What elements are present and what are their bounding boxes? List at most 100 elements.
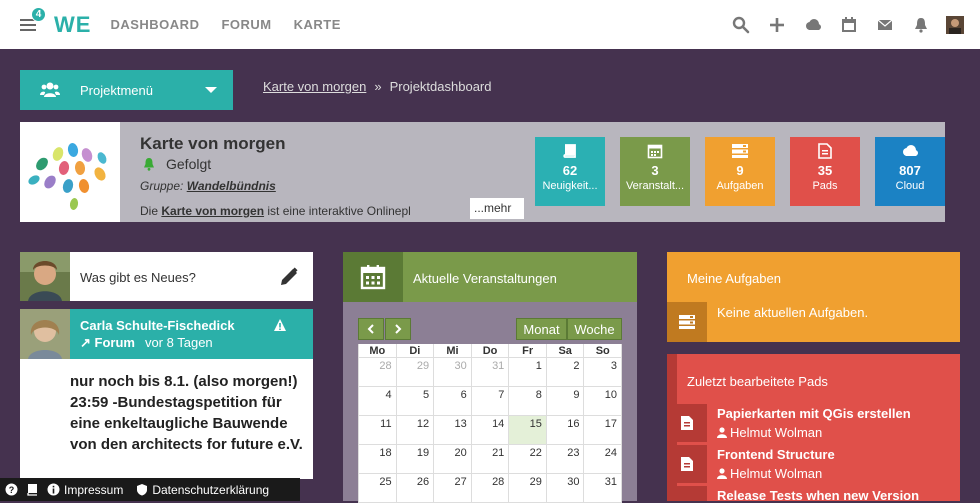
pad-user: Helmut Wolman: [717, 466, 822, 481]
project-logo: [20, 122, 120, 222]
calendar-prev-button[interactable]: [358, 318, 384, 340]
calendar-day[interactable]: 19: [397, 445, 435, 473]
breadcrumb-separator: »: [374, 79, 382, 94]
calendar-day[interactable]: 25: [359, 474, 397, 502]
calendar-day[interactable]: 11: [359, 416, 397, 444]
calendar-day[interactable]: 22: [509, 445, 547, 473]
tasks-title[interactable]: Meine Aufgaben: [687, 271, 781, 286]
calendar-day[interactable]: 17: [584, 416, 623, 444]
read-more-button[interactable]: ...mehr: [470, 198, 524, 219]
nav-karte[interactable]: KARTE: [294, 17, 341, 32]
post-author-avatar[interactable]: [20, 309, 70, 359]
calendar-next-button[interactable]: [385, 318, 411, 340]
project-menu-button[interactable]: Projektmenü: [20, 70, 233, 110]
calendar-day[interactable]: 29: [509, 474, 547, 502]
calendar-day[interactable]: 9: [547, 387, 585, 415]
post-channel-link[interactable]: ↗ Forum: [80, 335, 135, 350]
tile-pads[interactable]: 35 Pads: [790, 137, 860, 206]
impressum-link[interactable]: Impressum: [64, 483, 123, 497]
calendar-day[interactable]: 15: [509, 416, 547, 444]
tasks-icon: [679, 315, 695, 329]
pad-user-name: Helmut Wolman: [730, 425, 823, 440]
desc-project-link[interactable]: Karte von morgen: [161, 204, 264, 218]
calendar-day[interactable]: 28: [472, 474, 510, 502]
privacy-link[interactable]: Datenschutzerklärung: [152, 483, 269, 497]
calendar-day[interactable]: 1: [509, 358, 547, 386]
nav-forum[interactable]: FORUM: [221, 17, 271, 32]
calendar-week-button[interactable]: Woche: [567, 318, 622, 340]
calendar-day[interactable]: 27: [434, 474, 472, 502]
calendar-day[interactable]: 8: [509, 387, 547, 415]
pads-title[interactable]: Zuletzt bearbeitete Pads: [687, 374, 828, 389]
search-icon[interactable]: [732, 16, 750, 34]
calendar-day[interactable]: 31: [584, 474, 623, 502]
calendar-week-row: 11 12 13 14 15 16 17: [359, 416, 623, 445]
follow-toggle[interactable]: Gefolgt: [142, 156, 211, 172]
calendar-day[interactable]: 16: [547, 416, 585, 444]
calendar-icon[interactable]: [840, 16, 858, 34]
tile-cloud[interactable]: 807 Cloud: [875, 137, 945, 206]
mail-icon[interactable]: [876, 16, 894, 34]
pad-item[interactable]: Papierkarten mit QGis erstellen Helmut W…: [667, 404, 960, 442]
breadcrumb-link-project[interactable]: Karte von morgen: [263, 79, 366, 94]
tasks-icon: [732, 144, 748, 158]
pad-icon-box: [667, 404, 707, 442]
pad-title: Release Tests when new Version: [717, 488, 920, 501]
calendar-weekday: Fr: [509, 344, 547, 357]
calendar-month-button[interactable]: Monat: [516, 318, 567, 340]
post-author-name[interactable]: Carla Schulte-Fischedick: [80, 318, 235, 333]
calendar-day[interactable]: 7: [472, 387, 510, 415]
calendar-day[interactable]: 10: [584, 387, 623, 415]
calendar-weekday: Di: [397, 344, 435, 357]
pad-item[interactable]: Release Tests when new Version: [667, 486, 960, 501]
document-icon: [681, 416, 693, 430]
calendar-day[interactable]: 24: [584, 445, 623, 473]
calendar-day[interactable]: 14: [472, 416, 510, 444]
tile-news[interactable]: 62 Neuigkeit...: [535, 137, 605, 206]
post-meta: ↗ Forum vor 8 Tagen: [80, 335, 213, 351]
calendar-day[interactable]: 23: [547, 445, 585, 473]
calendar-day[interactable]: 30: [547, 474, 585, 502]
calendar-day[interactable]: 2: [547, 358, 585, 386]
calendar-day[interactable]: 5: [397, 387, 435, 415]
calendar-day[interactable]: 4: [359, 387, 397, 415]
calendar-day[interactable]: 3: [584, 358, 623, 386]
help-icon[interactable]: ?: [5, 483, 18, 496]
tile-events-label: Veranstalt...: [625, 180, 685, 192]
avatar-image: [20, 252, 70, 301]
plus-icon[interactable]: [768, 16, 786, 34]
calendar-day[interactable]: 31: [472, 358, 510, 386]
calendar-day[interactable]: 18: [359, 445, 397, 473]
calendar-day[interactable]: 20: [434, 445, 472, 473]
users-icon: [40, 82, 60, 97]
pencil-icon[interactable]: [277, 265, 301, 289]
calendar-weekday: Mo: [359, 344, 397, 357]
calendar-day[interactable]: 26: [397, 474, 435, 502]
group-link[interactable]: Wandelbündnis: [187, 179, 276, 193]
tile-events[interactable]: 3 Veranstalt...: [620, 137, 690, 206]
user-avatar[interactable]: [946, 15, 964, 34]
bell-icon[interactable]: [912, 16, 930, 34]
calendar-day[interactable]: 30: [434, 358, 472, 386]
new-post-box[interactable]: Was gibt es Neues?: [20, 252, 313, 301]
calendar-day[interactable]: 29: [397, 358, 435, 386]
calendar-day[interactable]: 6: [434, 387, 472, 415]
hamburger-menu-button[interactable]: 4: [20, 6, 46, 35]
cloud-icon[interactable]: [804, 16, 822, 34]
nav-dashboard[interactable]: DASHBOARD: [110, 17, 199, 32]
pad-item[interactable]: Frontend Structure Helmut Wolman: [667, 445, 960, 483]
tile-tasks[interactable]: 9 Aufgaben: [705, 137, 775, 206]
logo[interactable]: WE: [54, 12, 91, 38]
calendar-day[interactable]: 12: [397, 416, 435, 444]
cloud-icon: [903, 145, 918, 156]
calendar-day[interactable]: 28: [359, 358, 397, 386]
calendar-day[interactable]: 21: [472, 445, 510, 473]
tile-pads-label: Pads: [812, 180, 838, 192]
calendar-icon: [647, 144, 663, 159]
events-header[interactable]: Aktuelle Veranstaltungen: [343, 252, 637, 302]
warning-icon[interactable]: [273, 318, 287, 332]
book-icon[interactable]: [26, 483, 39, 496]
pad-icon-box: [667, 486, 707, 501]
calendar-day[interactable]: 13: [434, 416, 472, 444]
pad-title: Papierkarten mit QGis erstellen: [717, 406, 911, 421]
